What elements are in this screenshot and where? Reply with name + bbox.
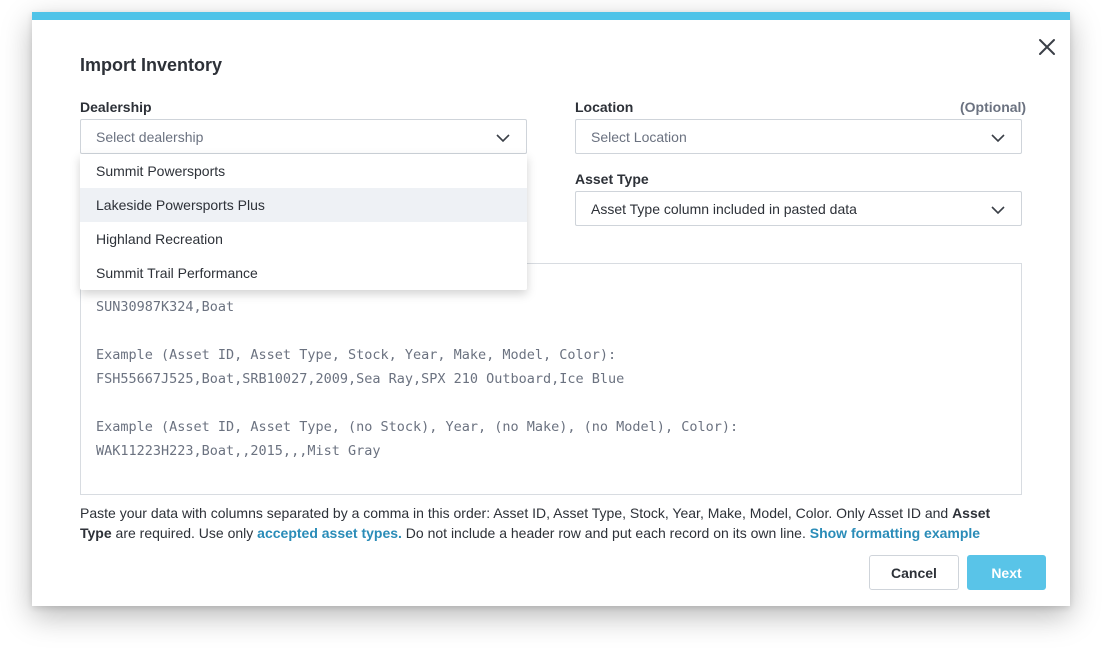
chevron-down-icon [991,203,1005,215]
dropdown-option[interactable]: Summit Trail Performance [80,256,527,290]
dropdown-option[interactable]: Summit Powersports [80,154,527,188]
help-text: Paste your data with columns separated b… [80,503,1025,543]
chevron-down-icon [991,131,1005,143]
dropdown-option-label: Summit Trail Performance [96,265,258,281]
asset-type-label: Asset Type [575,171,649,187]
cancel-button[interactable]: Cancel [869,555,959,590]
location-select[interactable]: Select Location [575,119,1022,154]
paste-line: Example (Asset ID, Asset Type, (no Stock… [96,419,739,435]
chevron-down-icon [496,131,510,143]
close-icon[interactable] [1037,37,1057,57]
help-text-part: Paste your data with columns separated b… [80,505,953,521]
location-optional-label: (Optional) [960,99,1027,115]
import-inventory-modal: Import Inventory Dealership Select deale… [32,12,1070,606]
accepted-asset-types-link[interactable]: accepted asset types. [257,525,402,541]
dropdown-option-highlighted[interactable]: Lakeside Powersports Plus [80,188,527,222]
paste-line: FSH55667J525,Boat,SRB10027,2009,Sea Ray,… [96,371,625,387]
paste-line: Example (Asset ID, Asset Type, Stock, Ye… [96,347,617,363]
dropdown-option[interactable]: Highland Recreation [80,222,527,256]
paste-line: SUN30987K324,Boat [96,299,235,315]
asset-type-value: Asset Type column included in pasted dat… [591,201,857,217]
help-text-part: Do not include a header row and put each… [401,525,810,541]
paste-data-textarea[interactable]: SUN30987K324,Boat Example (Asset ID, Ass… [80,263,1022,495]
dropdown-option-label: Lakeside Powersports Plus [96,197,265,213]
show-formatting-example-link[interactable]: Show formatting example [810,525,980,541]
location-placeholder: Select Location [591,129,687,145]
location-label: Location [575,99,634,115]
asset-type-select[interactable]: Asset Type column included in pasted dat… [575,191,1022,226]
dealership-placeholder: Select dealership [96,129,204,145]
paste-line: WAK11223H223,Boat,,2015,,,Mist Gray [96,443,381,459]
next-button[interactable]: Next [967,555,1046,590]
dealership-label: Dealership [80,99,152,115]
dealership-select[interactable]: Select dealership [80,119,527,154]
dropdown-option-label: Highland Recreation [96,231,223,247]
help-text-part: are required. Use only [111,525,258,541]
modal-title: Import Inventory [80,55,223,75]
dropdown-option-label: Summit Powersports [96,163,226,179]
dealership-dropdown-menu: Summit Powersports Lakeside Powersports … [80,154,527,290]
